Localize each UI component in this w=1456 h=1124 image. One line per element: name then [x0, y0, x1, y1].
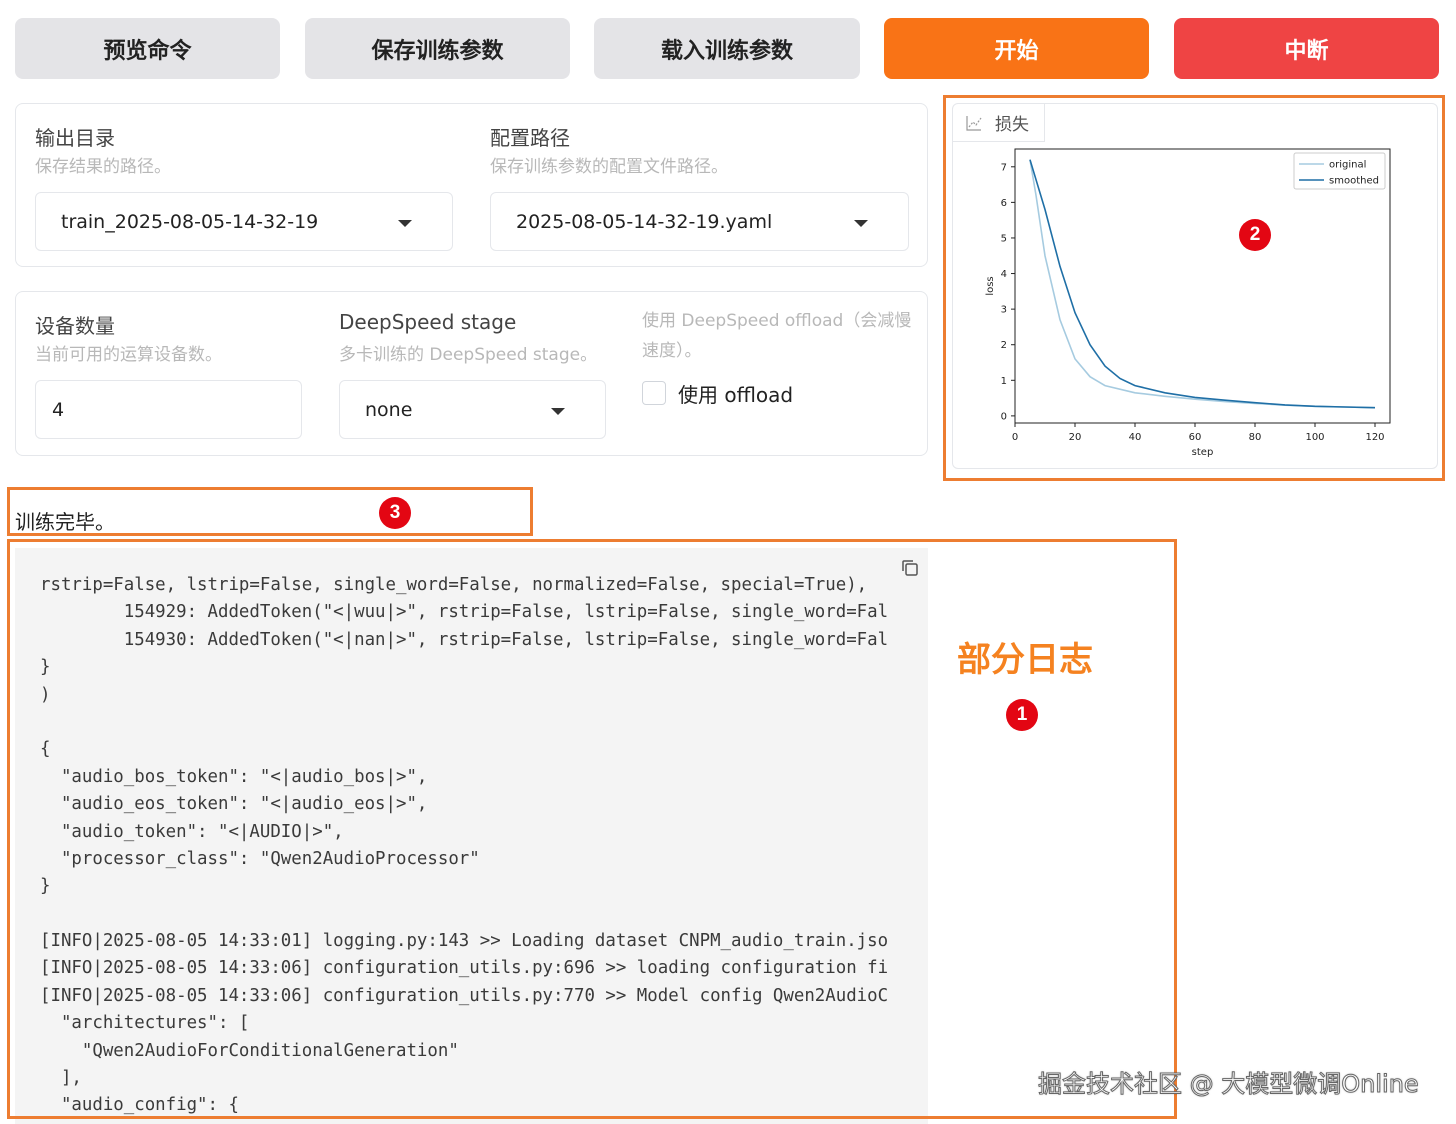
- ds-offload-label-line2: 速度）。: [642, 341, 702, 361]
- config-path-label: 配置路径: [490, 126, 570, 150]
- chevron-down-icon: [398, 220, 412, 227]
- config-path-dropdown[interactable]: 2025-08-05-14-32-19.yaml: [490, 192, 909, 251]
- device-count-info: 当前可用的运算设备数。: [35, 345, 222, 365]
- output-dir-label: 输出目录: [35, 126, 115, 150]
- annotation-badge-2: 2: [1239, 219, 1271, 251]
- ds-stage-info: 多卡训练的 DeepSpeed stage。: [339, 345, 598, 365]
- annotation-box-chart: [943, 95, 1445, 481]
- load-args-button[interactable]: 载入训练参数: [594, 18, 860, 79]
- config-path-info: 保存训练参数的配置文件路径。: [490, 157, 728, 177]
- output-panel: 输出目录 保存结果的路径。 train_2025-08-05-14-32-19 …: [15, 103, 928, 267]
- device-count-value: 4: [52, 398, 65, 421]
- output-dir-info: 保存结果的路径。: [35, 157, 171, 177]
- annotation-box-status: [7, 487, 533, 536]
- config-path-value: 2025-08-05-14-32-19.yaml: [516, 210, 773, 233]
- ds-offload-checkbox[interactable]: [642, 381, 666, 405]
- ds-stage-dropdown[interactable]: none: [339, 380, 606, 439]
- ds-stage-value: none: [365, 398, 413, 421]
- annotation-badge-1: 1: [1006, 699, 1038, 731]
- device-panel: 设备数量 当前可用的运算设备数。 4 DeepSpeed stage 多卡训练的…: [15, 291, 928, 456]
- abort-button[interactable]: 中断: [1174, 18, 1439, 79]
- watermark: 掘金技术社区 @ 大模型微调Online: [1038, 1070, 1420, 1099]
- ds-stage-label: DeepSpeed stage: [339, 310, 517, 334]
- preview-command-button[interactable]: 预览命令: [15, 18, 280, 79]
- device-count-label: 设备数量: [35, 314, 115, 338]
- start-button[interactable]: 开始: [884, 18, 1149, 79]
- ds-offload-checkbox-label[interactable]: 使用 offload: [678, 379, 793, 408]
- output-dir-value: train_2025-08-05-14-32-19: [61, 210, 319, 233]
- chevron-down-icon: [854, 220, 868, 227]
- annotation-badge-3: 3: [379, 497, 411, 529]
- device-count-field[interactable]: 4: [35, 380, 302, 439]
- chevron-down-icon: [551, 408, 565, 415]
- annotation-log-label: 部分日志: [957, 640, 1093, 680]
- annotation-box-log: [7, 539, 1177, 1119]
- output-dir-dropdown[interactable]: train_2025-08-05-14-32-19: [35, 192, 453, 251]
- ds-offload-label-line1: 使用 DeepSpeed offload（会减慢: [642, 311, 912, 331]
- save-args-button[interactable]: 保存训练参数: [305, 18, 570, 79]
